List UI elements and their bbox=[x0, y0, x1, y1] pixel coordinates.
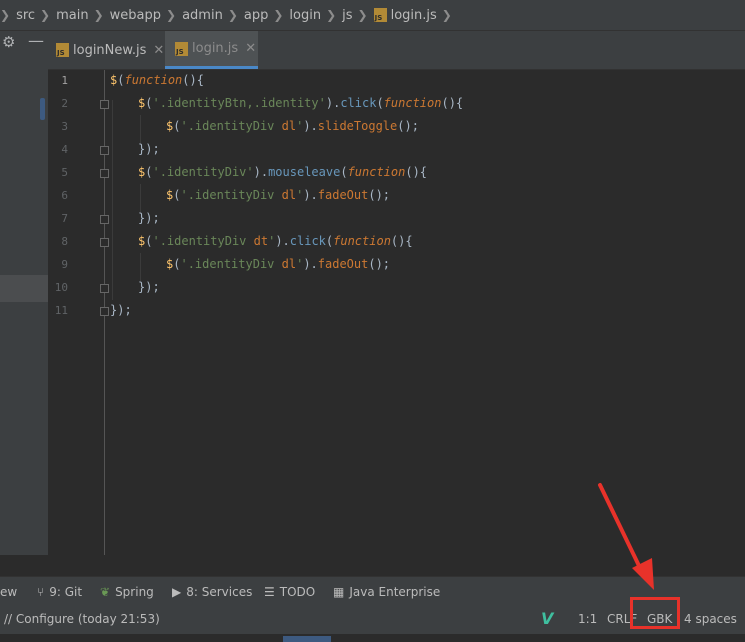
code-line: }); bbox=[138, 280, 160, 294]
breadcrumb-item-admin[interactable]: admin bbox=[182, 8, 223, 23]
toolbar-item-git[interactable]: ⑂ 9: Git bbox=[37, 585, 82, 599]
java-enterprise-icon: ▦ bbox=[333, 585, 345, 599]
editor-tabs: JS loginNew.js ✕ JS login.js ✕ bbox=[48, 31, 745, 70]
breadcrumb-item-webapp[interactable]: webapp bbox=[110, 8, 161, 23]
code-line: }); bbox=[110, 303, 132, 317]
code-line: $('.identityDiv dl').fadeOut(); bbox=[166, 257, 391, 271]
breadcrumb-item-file[interactable]: login.js bbox=[391, 8, 437, 23]
indent-guide bbox=[140, 115, 141, 145]
list-icon: ☰ bbox=[264, 585, 275, 599]
toolbar-item-services[interactable]: ▶ 8: Services bbox=[172, 585, 252, 599]
code-line: $('.identityDiv dl').fadeOut(); bbox=[166, 188, 391, 202]
chevron-right-icon: ❯ bbox=[227, 8, 238, 22]
code-line: $('.identityDiv dl').slideToggle(); bbox=[166, 119, 419, 133]
toolbar-item-todo[interactable]: ☰ TODO bbox=[264, 585, 315, 599]
project-panel: ⚙ — bbox=[0, 31, 48, 555]
breadcrumb-item-js[interactable]: js bbox=[342, 8, 352, 23]
code-line: }); bbox=[138, 142, 160, 156]
git-icon: ⑂ bbox=[37, 585, 45, 599]
toolbar-item-spring[interactable]: ❦ Spring bbox=[100, 585, 154, 599]
indent-guide bbox=[140, 253, 141, 283]
chevron-right-icon: ❯ bbox=[0, 8, 11, 22]
chevron-right-icon: ❯ bbox=[357, 8, 368, 22]
line-number: 10 bbox=[54, 281, 68, 294]
fold-marker[interactable] bbox=[100, 146, 109, 155]
toolbar-label: 9: Git bbox=[49, 585, 83, 599]
line-number: 3 bbox=[61, 120, 68, 133]
fold-marker[interactable] bbox=[100, 307, 109, 316]
vue-icon[interactable]: V bbox=[541, 609, 553, 628]
breadcrumb: ❯ src ❯ main ❯ webapp ❯ admin ❯ app ❯ lo… bbox=[0, 0, 745, 31]
chevron-right-icon: ❯ bbox=[441, 8, 452, 22]
chevron-right-icon: ❯ bbox=[273, 8, 284, 22]
code-line: $('.identityBtn,.identity').click(functi… bbox=[138, 96, 464, 110]
fold-marker[interactable] bbox=[100, 169, 109, 178]
close-icon[interactable]: ✕ bbox=[245, 41, 256, 56]
minimize-icon[interactable]: — bbox=[28, 31, 44, 50]
gear-icon[interactable]: ⚙ bbox=[2, 33, 15, 51]
fold-marker[interactable] bbox=[100, 215, 109, 224]
spring-icon: ❦ bbox=[100, 585, 111, 599]
toolbar-item-view[interactable]: ew bbox=[0, 585, 17, 599]
line-number: 7 bbox=[61, 212, 68, 225]
code-line: $(function(){ bbox=[110, 73, 204, 87]
fold-marker[interactable] bbox=[100, 238, 109, 247]
line-number: 4 bbox=[61, 143, 68, 156]
fold-marker[interactable] bbox=[100, 100, 109, 109]
toolbar-label: TODO bbox=[279, 585, 316, 599]
code-line: $('.identityDiv').mouseleave(function(){ bbox=[138, 165, 428, 179]
annotation-highlight-box bbox=[630, 597, 680, 629]
bottom-strip bbox=[0, 634, 745, 642]
js-file-icon: JS bbox=[56, 43, 69, 57]
line-number: 9 bbox=[61, 258, 68, 271]
toolbar-item-java-enterprise[interactable]: ▦ Java Enterprise bbox=[333, 585, 440, 599]
line-number: 2 bbox=[61, 97, 68, 110]
tab-login[interactable]: JS login.js ✕ bbox=[165, 31, 258, 69]
progress-strip bbox=[283, 636, 331, 642]
fold-marker[interactable] bbox=[100, 284, 109, 293]
chevron-right-icon: ❯ bbox=[166, 8, 177, 22]
toolbar-label: 8: Services bbox=[186, 585, 253, 599]
line-number: 8 bbox=[61, 235, 68, 248]
breadcrumb-item-src[interactable]: src bbox=[16, 8, 35, 23]
toolbar-label: Spring bbox=[115, 585, 154, 599]
chevron-right-icon: ❯ bbox=[326, 8, 337, 22]
caret-position[interactable]: 1:1 bbox=[578, 612, 597, 626]
line-number: 6 bbox=[61, 189, 68, 202]
chevron-right-icon: ❯ bbox=[93, 8, 104, 22]
code-line: }); bbox=[138, 211, 160, 225]
chevron-right-icon: ❯ bbox=[40, 8, 51, 22]
indent-guide bbox=[112, 100, 113, 300]
tab-label: loginNew.js bbox=[73, 42, 147, 58]
selected-tree-row[interactable] bbox=[0, 275, 48, 302]
indent-guide bbox=[140, 184, 141, 214]
close-icon[interactable]: ✕ bbox=[153, 43, 164, 58]
annotation-arrow-icon bbox=[598, 483, 654, 590]
tab-loginnew[interactable]: JS loginNew.js ✕ bbox=[56, 31, 164, 69]
breadcrumb-item-app[interactable]: app bbox=[244, 8, 268, 23]
status-message[interactable]: // Configure (today 21:53) bbox=[4, 612, 160, 626]
toolbar-label: Java Enterprise bbox=[349, 585, 441, 599]
indent-setting[interactable]: 4 spaces bbox=[684, 612, 737, 626]
toolbar-label: ew bbox=[0, 585, 18, 599]
line-number: 1 bbox=[61, 74, 68, 87]
code-line: $('.identityDiv dt').click(function(){ bbox=[138, 234, 413, 248]
js-file-icon: JS bbox=[175, 41, 188, 56]
scroll-marker bbox=[40, 98, 45, 120]
line-number: 11 bbox=[54, 304, 68, 317]
services-icon: ▶ bbox=[172, 585, 182, 599]
line-number: 5 bbox=[61, 166, 68, 179]
js-file-icon: JS bbox=[373, 8, 387, 22]
breadcrumb-item-login[interactable]: login bbox=[289, 8, 321, 23]
breadcrumb-item-main[interactable]: main bbox=[56, 8, 88, 23]
tab-label: login.js bbox=[192, 41, 239, 56]
